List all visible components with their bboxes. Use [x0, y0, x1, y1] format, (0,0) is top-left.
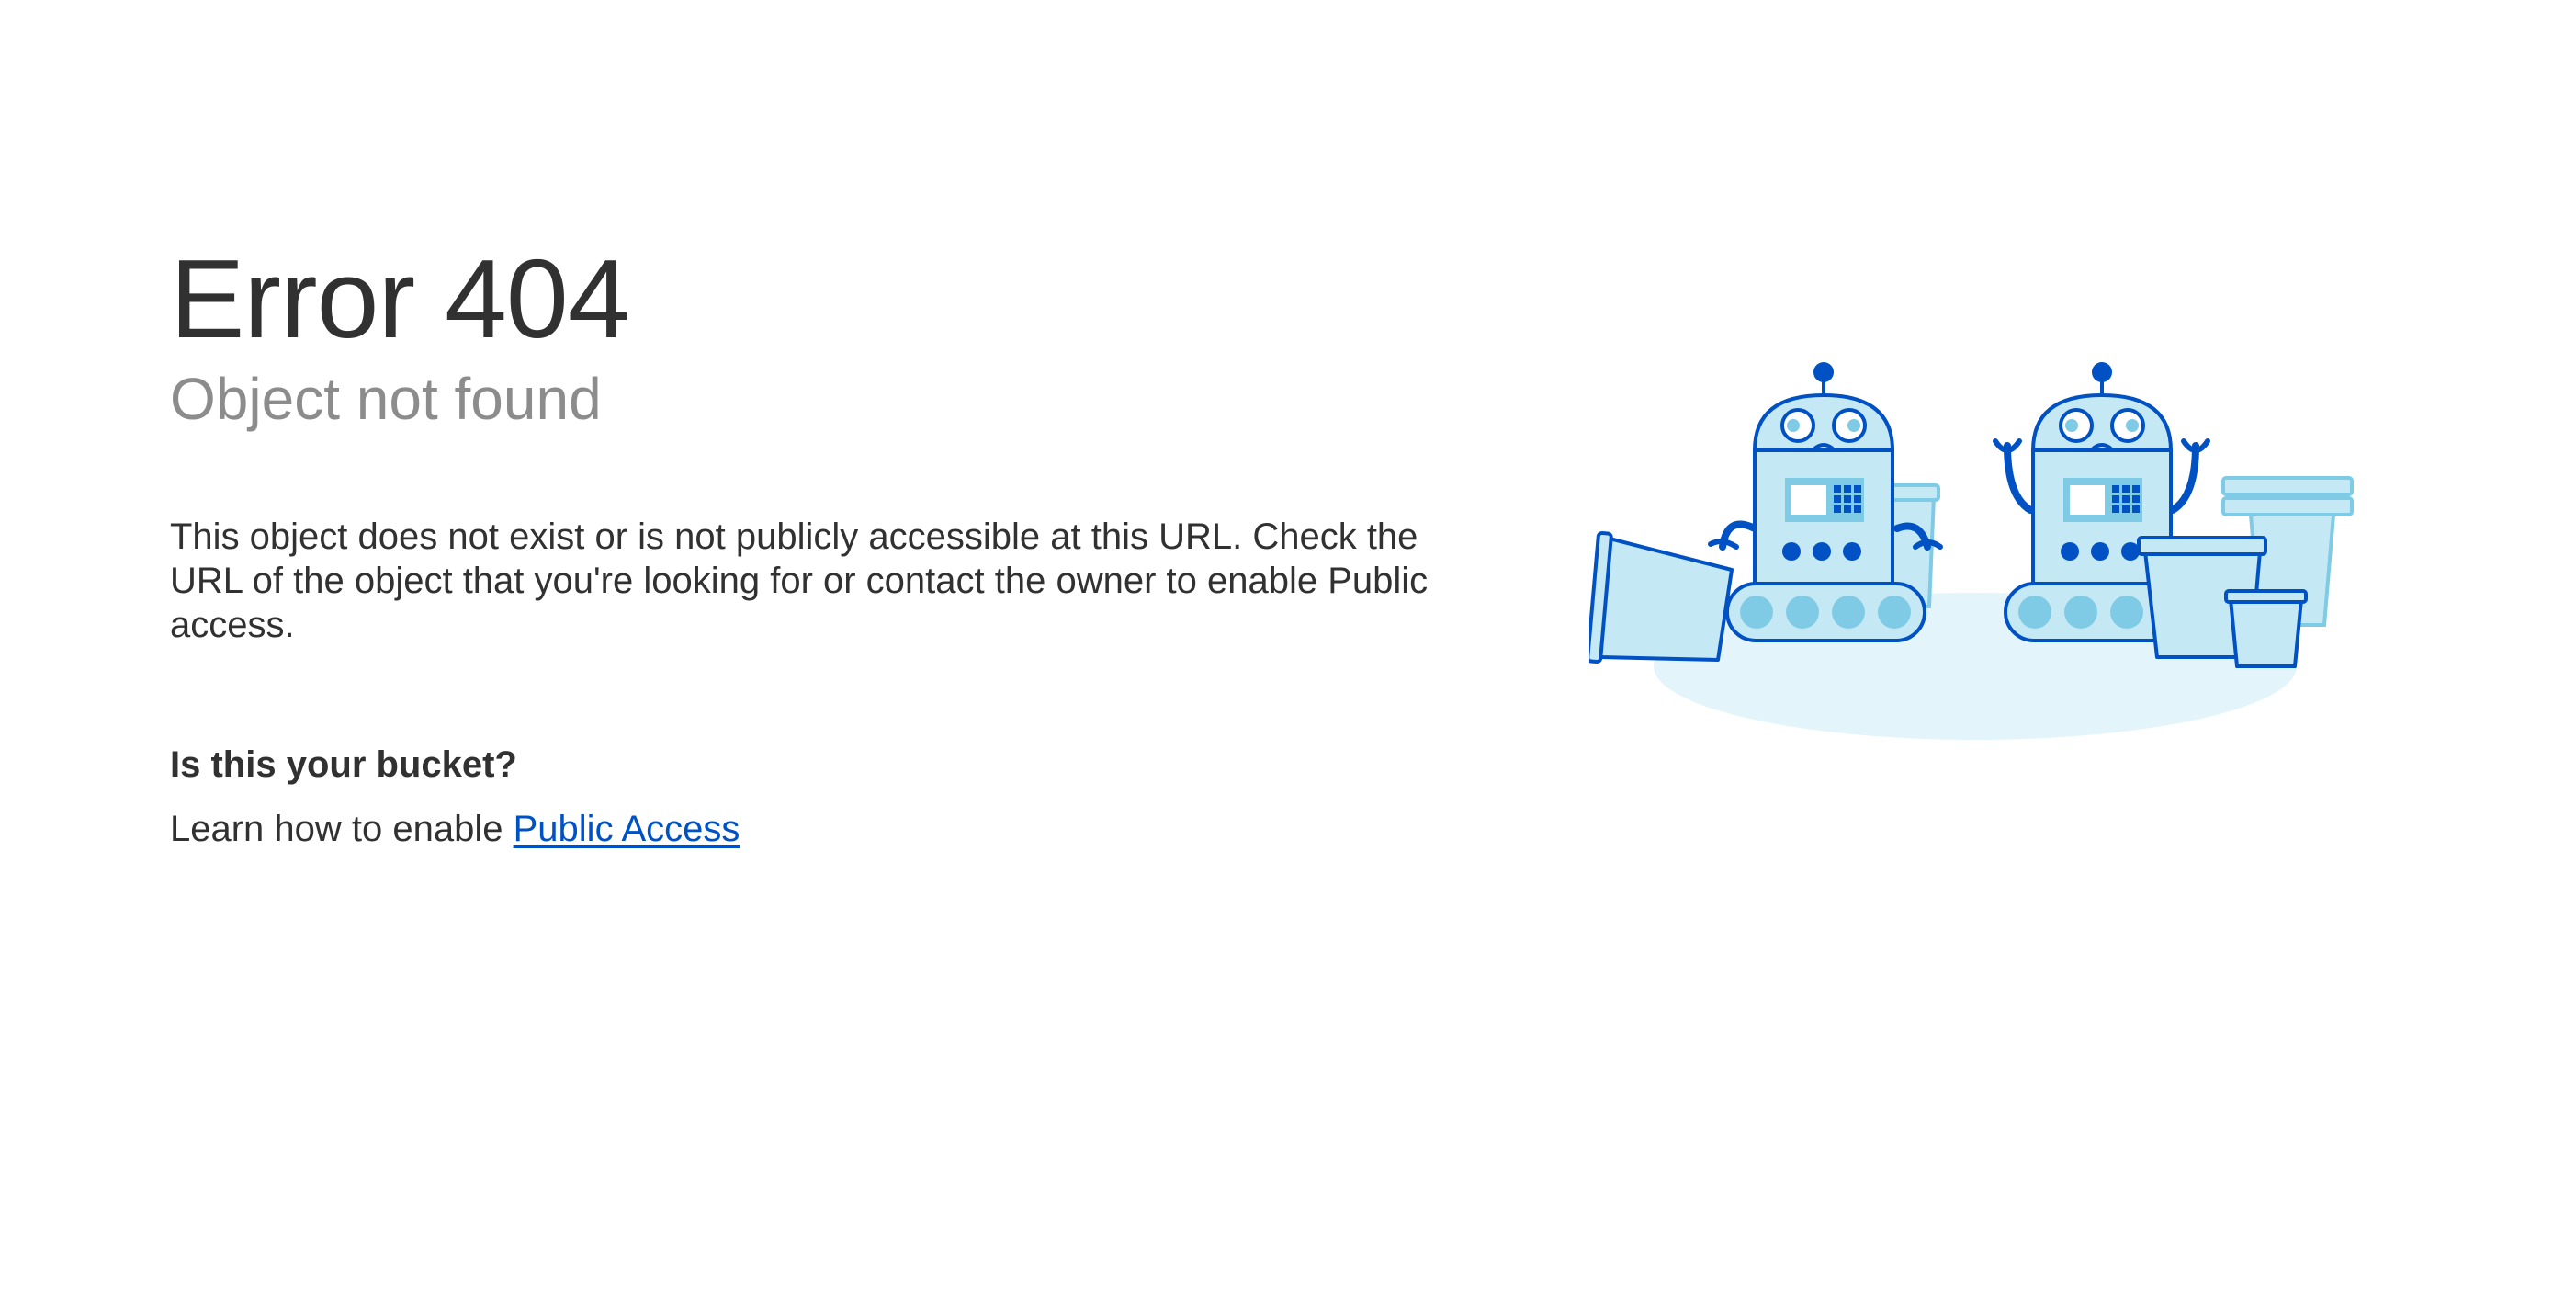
tipped-bucket	[1589, 530, 1734, 664]
sad-robots-illustration	[1589, 362, 2354, 740]
error-content: Error 404 Object not found This object d…	[170, 230, 1502, 851]
learn-prefix: Learn how to enable	[170, 809, 514, 849]
error-subtitle: Object not found	[170, 366, 602, 432]
bucket-heading: Is this your bucket?	[170, 744, 517, 785]
error-title: Error 404	[170, 236, 630, 361]
public-access-link[interactable]: Public Access	[514, 809, 740, 849]
error-description: This object does not exist or is not pub…	[170, 516, 1429, 645]
learn-line: Learn how to enable Public Access	[170, 807, 1502, 851]
